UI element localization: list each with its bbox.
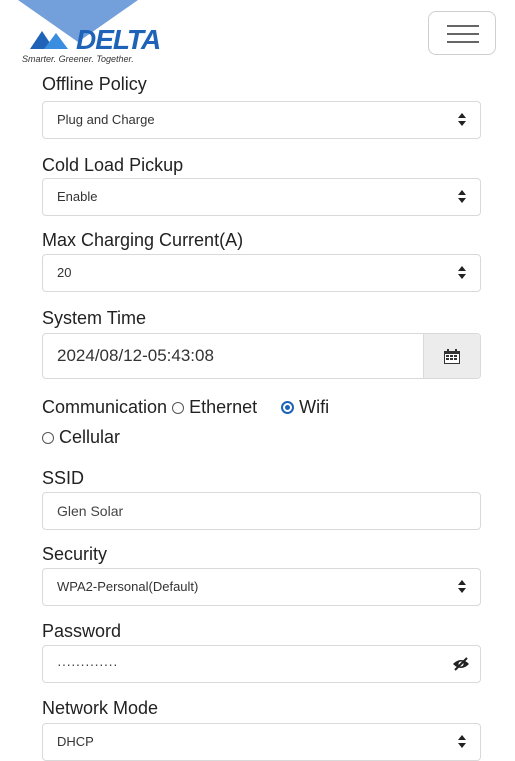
logo-tagline: Smarter. Greener. Together. xyxy=(22,54,134,64)
communication-row: Communication Ethernet Wifi xyxy=(42,397,329,418)
select-arrows-icon xyxy=(458,189,466,205)
cold-load-pickup-select[interactable]: Enable xyxy=(42,178,481,216)
cold-load-pickup-label: Cold Load Pickup xyxy=(42,155,184,175)
logo-text: DELTA xyxy=(76,24,161,55)
cold-load-pickup-value: Enable xyxy=(57,189,98,204)
offline-policy-label: Offline Policy xyxy=(42,74,147,94)
network-mode-select[interactable]: DHCP xyxy=(42,723,481,761)
communication-label: Communication xyxy=(42,397,168,417)
system-time-label: System Time xyxy=(42,308,147,328)
select-arrows-icon xyxy=(458,579,466,595)
password-input[interactable]: ············· xyxy=(42,645,481,683)
system-time-field[interactable]: 2024/08/12-05:43:08 xyxy=(42,333,481,379)
password-value: ············· xyxy=(57,656,118,672)
password-label: Password xyxy=(42,621,122,641)
security-label: Security xyxy=(42,544,108,564)
radio-ethernet[interactable] xyxy=(172,402,185,414)
calendar-icon xyxy=(444,349,460,364)
max-current-select[interactable]: 20 xyxy=(42,254,481,292)
select-arrows-icon xyxy=(458,265,466,281)
ssid-input[interactable]: Glen Solar xyxy=(42,492,481,530)
hamburger-icon xyxy=(447,25,479,27)
max-current-label: Max Charging Current(A) xyxy=(42,230,244,250)
select-arrows-icon xyxy=(458,112,466,128)
radio-wifi-label: Wifi xyxy=(299,397,330,417)
ssid-value: Glen Solar xyxy=(57,503,124,519)
delta-logo-icon xyxy=(30,31,68,49)
menu-button[interactable] xyxy=(428,11,496,55)
ssid-label: SSID xyxy=(42,468,85,488)
network-mode-label: Network Mode xyxy=(42,698,159,718)
calendar-button[interactable] xyxy=(423,334,480,378)
radio-wifi[interactable] xyxy=(281,401,295,414)
security-select[interactable]: WPA2-Personal(Default) xyxy=(42,568,481,606)
security-value: WPA2-Personal(Default) xyxy=(57,579,199,594)
radio-cellular-label: Cellular xyxy=(59,427,121,447)
select-arrows-icon xyxy=(458,734,466,750)
radio-cellular[interactable] xyxy=(42,432,54,444)
system-time-value: 2024/08/12-05:43:08 xyxy=(57,346,214,365)
radio-ethernet-label: Ethernet xyxy=(189,397,258,417)
communication-row-2: Cellular xyxy=(42,427,120,448)
offline-policy-select[interactable]: Plug and Charge xyxy=(42,101,481,139)
offline-policy-value: Plug and Charge xyxy=(57,112,155,127)
network-mode-value: DHCP xyxy=(57,734,94,749)
header: DELTA Smarter. Greener. Together. xyxy=(0,0,515,70)
max-current-value: 20 xyxy=(57,265,72,280)
eye-slash-icon[interactable] xyxy=(452,656,470,672)
